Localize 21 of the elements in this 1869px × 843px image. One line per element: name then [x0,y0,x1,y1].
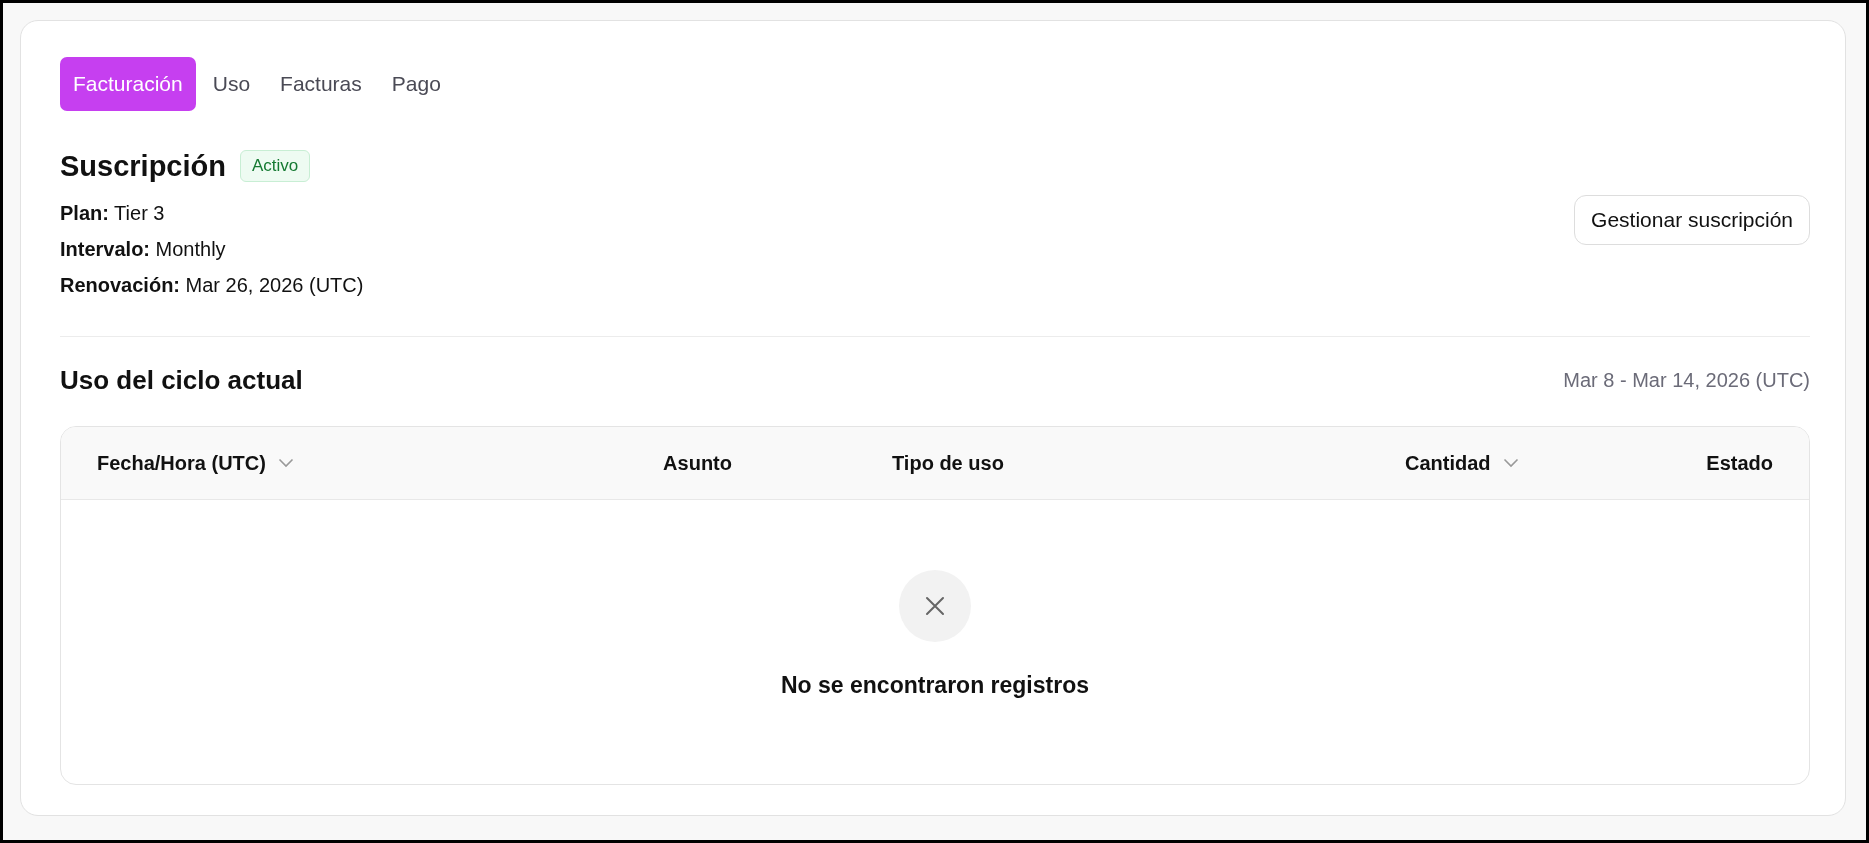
tab[interactable]: Uso [199,57,264,111]
section-title: Uso del ciclo actual [60,365,303,396]
empty-message: No se encontraron registros [781,672,1089,699]
detail-text: Renovación: Mar 26, 2026 (UTC) [60,274,364,297]
column-header: Asunto [663,451,732,475]
column-header[interactable]: Fecha/Hora (UTC) [97,451,294,475]
sort-chevron-icon[interactable] [1502,458,1519,468]
date-range: Mar 8 - Mar 14, 2026 (UTC) [1563,369,1810,392]
sort-chevron-icon[interactable] [277,458,294,468]
detail-text: Intervalo: Monthly [60,238,227,261]
detail-text: Plan: Tier 3 [60,202,166,225]
section-title: Suscripción [60,149,226,183]
status-badge: Activo [240,150,311,182]
tab[interactable]: Pago [378,57,454,111]
tab[interactable]: Facturación [60,57,196,111]
column-header[interactable]: Cantidad [1405,451,1519,475]
manage-subscription-button[interactable]: Gestionar suscripción [1574,195,1810,245]
column-header: Tipo de uso [892,451,1004,475]
column-header: Estado [1706,451,1773,475]
tab[interactable]: Facturas [267,57,375,111]
close-icon [899,570,971,642]
